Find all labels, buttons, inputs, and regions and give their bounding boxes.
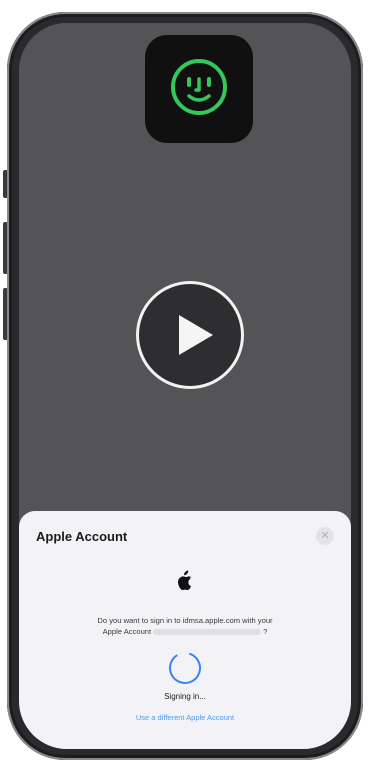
close-button[interactable]: ✕ [316,527,334,545]
sheet-title: Apple Account [36,529,128,544]
prompt-account-label: Apple Account [102,627,152,636]
play-button[interactable] [136,281,244,389]
sign-in-prompt: Do you want to sign in to idmsa.apple.co… [39,615,331,637]
prompt-line-1: Do you want to sign in to idmsa.apple.co… [97,616,273,625]
apple-logo-icon [178,570,192,591]
close-icon: ✕ [320,530,330,542]
phone-screen: Apple Account ✕ Do you want to sign in t… [19,23,351,749]
prompt-question-mark: ? [263,627,268,636]
apple-account-sheet: Apple Account ✕ Do you want to sign in t… [19,511,351,749]
signing-in-status: Signing in... [164,692,206,701]
face-id-icon [171,59,227,115]
redacted-account-email [153,629,262,635]
loading-spinner-icon [169,652,201,684]
prompt-line-2: Apple Account? [39,626,331,637]
phone-frame: Apple Account ✕ Do you want to sign in t… [7,12,363,760]
page: Apple Account ✕ Do you want to sign in t… [0,0,371,768]
face-id-tile [145,35,253,143]
play-icon [179,315,213,355]
use-different-account-link[interactable]: Use a different Apple Account [19,713,351,722]
video-area [19,23,351,583]
